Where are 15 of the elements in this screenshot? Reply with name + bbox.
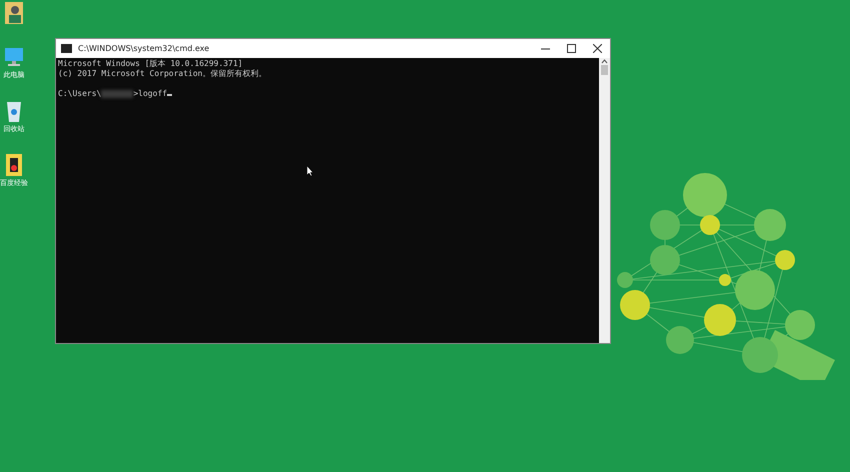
text-cursor [167,94,172,96]
blurred-username [101,90,134,98]
scrollbar-thumb[interactable] [601,65,608,75]
scroll-up-icon[interactable] [601,58,608,65]
maximize-icon[interactable] [566,44,576,53]
window-title: C:\WINDOWS\system32\cmd.exe [78,44,210,53]
console-line: (c) 2017 Microsoft Corporation。保留所有权利。 [58,69,268,79]
command-text: >logoff [133,89,168,98]
folder-user-icon[interactable] [3,0,25,26]
console-line: Microsoft Windows [版本 10.0.16299.371] [58,59,244,69]
mouse-pointer-icon [307,166,314,176]
console-icon [61,44,72,53]
app-icon[interactable] [3,152,25,178]
prompt-path: C:\Users\ [58,89,102,98]
close-icon[interactable] [592,44,602,53]
